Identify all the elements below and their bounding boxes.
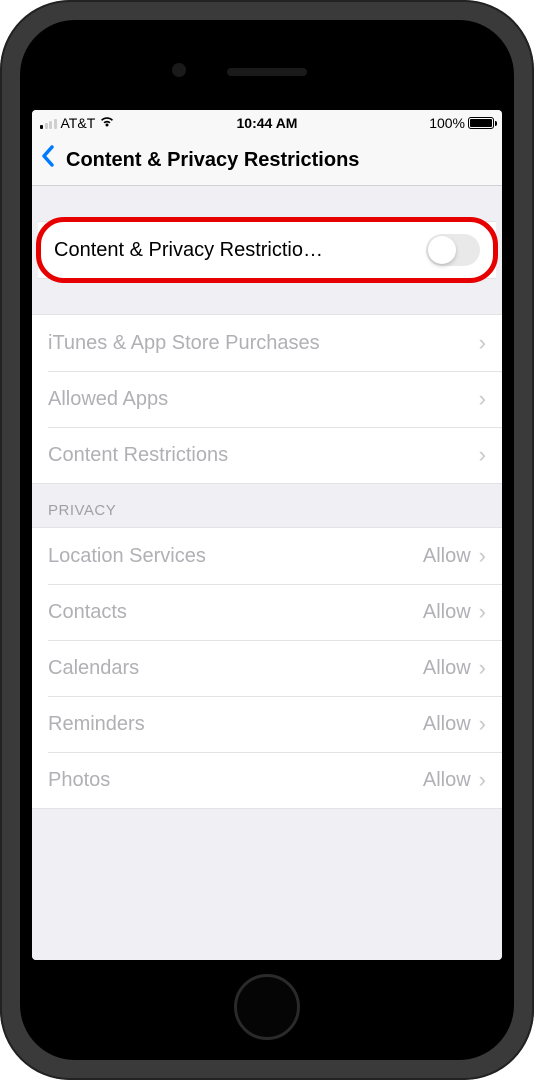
status-time: 10:44 AM bbox=[237, 115, 298, 131]
photos-row[interactable]: Photos Allow › bbox=[32, 752, 502, 808]
toggle-knob bbox=[428, 236, 456, 264]
itunes-app-store-row[interactable]: iTunes & App Store Purchases › bbox=[32, 315, 502, 371]
home-button[interactable] bbox=[234, 974, 300, 1040]
privacy-section-header: PRIVACY bbox=[32, 484, 502, 527]
location-services-row[interactable]: Location Services Allow › bbox=[32, 528, 502, 584]
battery-icon bbox=[468, 117, 494, 129]
row-value: Allow bbox=[423, 713, 471, 736]
highlighted-section: Content & Privacy Restrictio… bbox=[38, 221, 496, 279]
row-label: Allowed Apps bbox=[48, 388, 479, 411]
row-label: Photos bbox=[48, 769, 423, 792]
navigation-bar: Content & Privacy Restrictions bbox=[32, 136, 502, 186]
battery-percent: 100% bbox=[429, 115, 465, 131]
chevron-right-icon: › bbox=[479, 713, 486, 735]
back-button[interactable] bbox=[40, 144, 56, 178]
speaker-grille bbox=[227, 68, 307, 76]
chevron-right-icon: › bbox=[479, 545, 486, 567]
content-scroll-area[interactable]: Content & Privacy Restrictio… iTunes & A… bbox=[32, 186, 502, 960]
content-privacy-restrictions-label: Content & Privacy Restrictio… bbox=[54, 239, 426, 262]
row-label: iTunes & App Store Purchases bbox=[48, 332, 479, 355]
calendars-row[interactable]: Calendars Allow › bbox=[32, 640, 502, 696]
chevron-right-icon: › bbox=[479, 657, 486, 679]
row-label: Contacts bbox=[48, 601, 423, 624]
row-value: Allow bbox=[423, 601, 471, 624]
row-label: Content Restrictions bbox=[48, 444, 479, 467]
iphone-device-frame: AT&T 10:44 AM 100% Content bbox=[0, 0, 534, 1080]
content-privacy-restrictions-toggle[interactable] bbox=[426, 234, 480, 266]
row-label: Location Services bbox=[48, 545, 423, 568]
reminders-row[interactable]: Reminders Allow › bbox=[32, 696, 502, 752]
chevron-right-icon: › bbox=[479, 769, 486, 791]
row-value: Allow bbox=[423, 545, 471, 568]
content-restrictions-row[interactable]: Content Restrictions › bbox=[32, 427, 502, 483]
status-right: 100% bbox=[429, 115, 494, 131]
cellular-signal-icon bbox=[40, 117, 57, 129]
status-bar: AT&T 10:44 AM 100% bbox=[32, 110, 502, 136]
page-title: Content & Privacy Restrictions bbox=[66, 149, 359, 172]
content-privacy-restrictions-row[interactable]: Content & Privacy Restrictio… bbox=[38, 222, 496, 278]
carrier-label: AT&T bbox=[61, 115, 96, 131]
row-label: Calendars bbox=[48, 657, 423, 680]
front-camera bbox=[172, 63, 186, 77]
chevron-right-icon: › bbox=[479, 601, 486, 623]
row-label: Reminders bbox=[48, 713, 423, 736]
chevron-right-icon: › bbox=[479, 444, 486, 466]
allowed-apps-row[interactable]: Allowed Apps › bbox=[32, 371, 502, 427]
chevron-right-icon: › bbox=[479, 332, 486, 354]
privacy-section: Location Services Allow › Contacts Allow… bbox=[32, 527, 502, 809]
screen: AT&T 10:44 AM 100% Content bbox=[32, 110, 502, 960]
status-left: AT&T bbox=[40, 115, 115, 131]
contacts-row[interactable]: Contacts Allow › bbox=[32, 584, 502, 640]
row-value: Allow bbox=[423, 769, 471, 792]
chevron-right-icon: › bbox=[479, 388, 486, 410]
restrictions-section: iTunes & App Store Purchases › Allowed A… bbox=[32, 314, 502, 484]
wifi-icon bbox=[99, 115, 115, 131]
row-value: Allow bbox=[423, 657, 471, 680]
